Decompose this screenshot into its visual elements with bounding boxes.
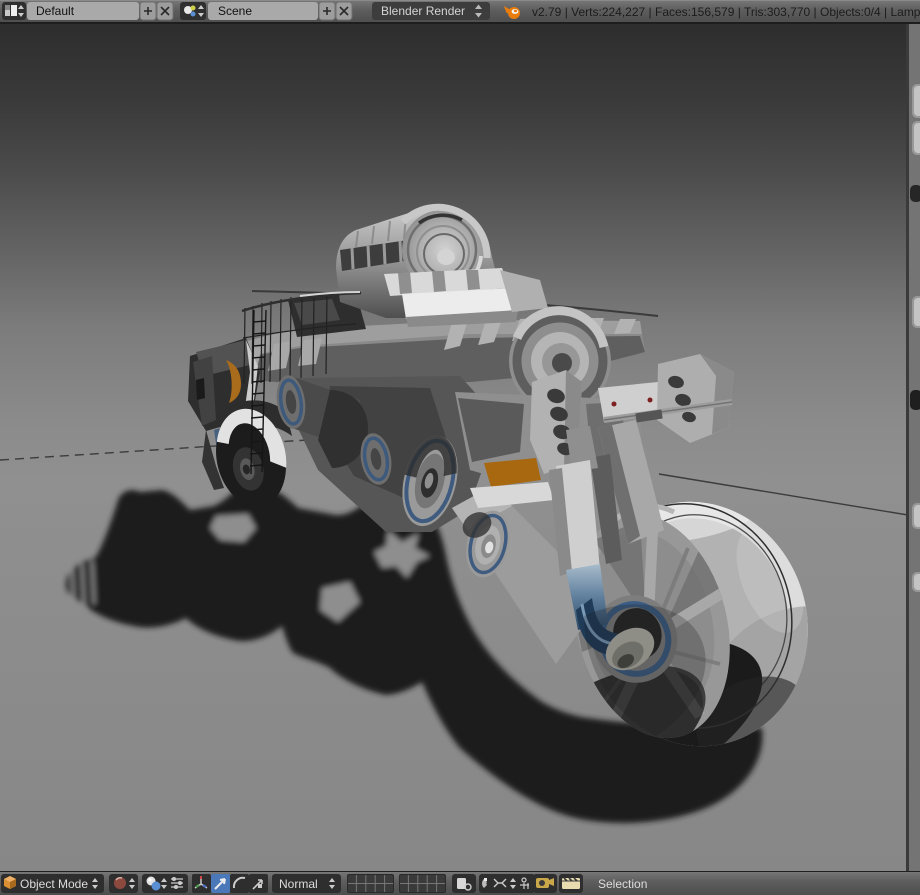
svg-text:Scene: Scene [218, 4, 252, 18]
svg-text:Selection: Selection [598, 877, 647, 891]
svg-text:Default: Default [36, 4, 75, 18]
svg-text:Object Mode: Object Mode [20, 877, 88, 891]
svg-text:v2.79 | Verts:224,227 | Faces:: v2.79 | Verts:224,227 | Faces:156,579 | … [532, 5, 920, 19]
svg-text:Blender Render: Blender Render [381, 4, 465, 18]
svg-text:Normal: Normal [279, 877, 318, 891]
